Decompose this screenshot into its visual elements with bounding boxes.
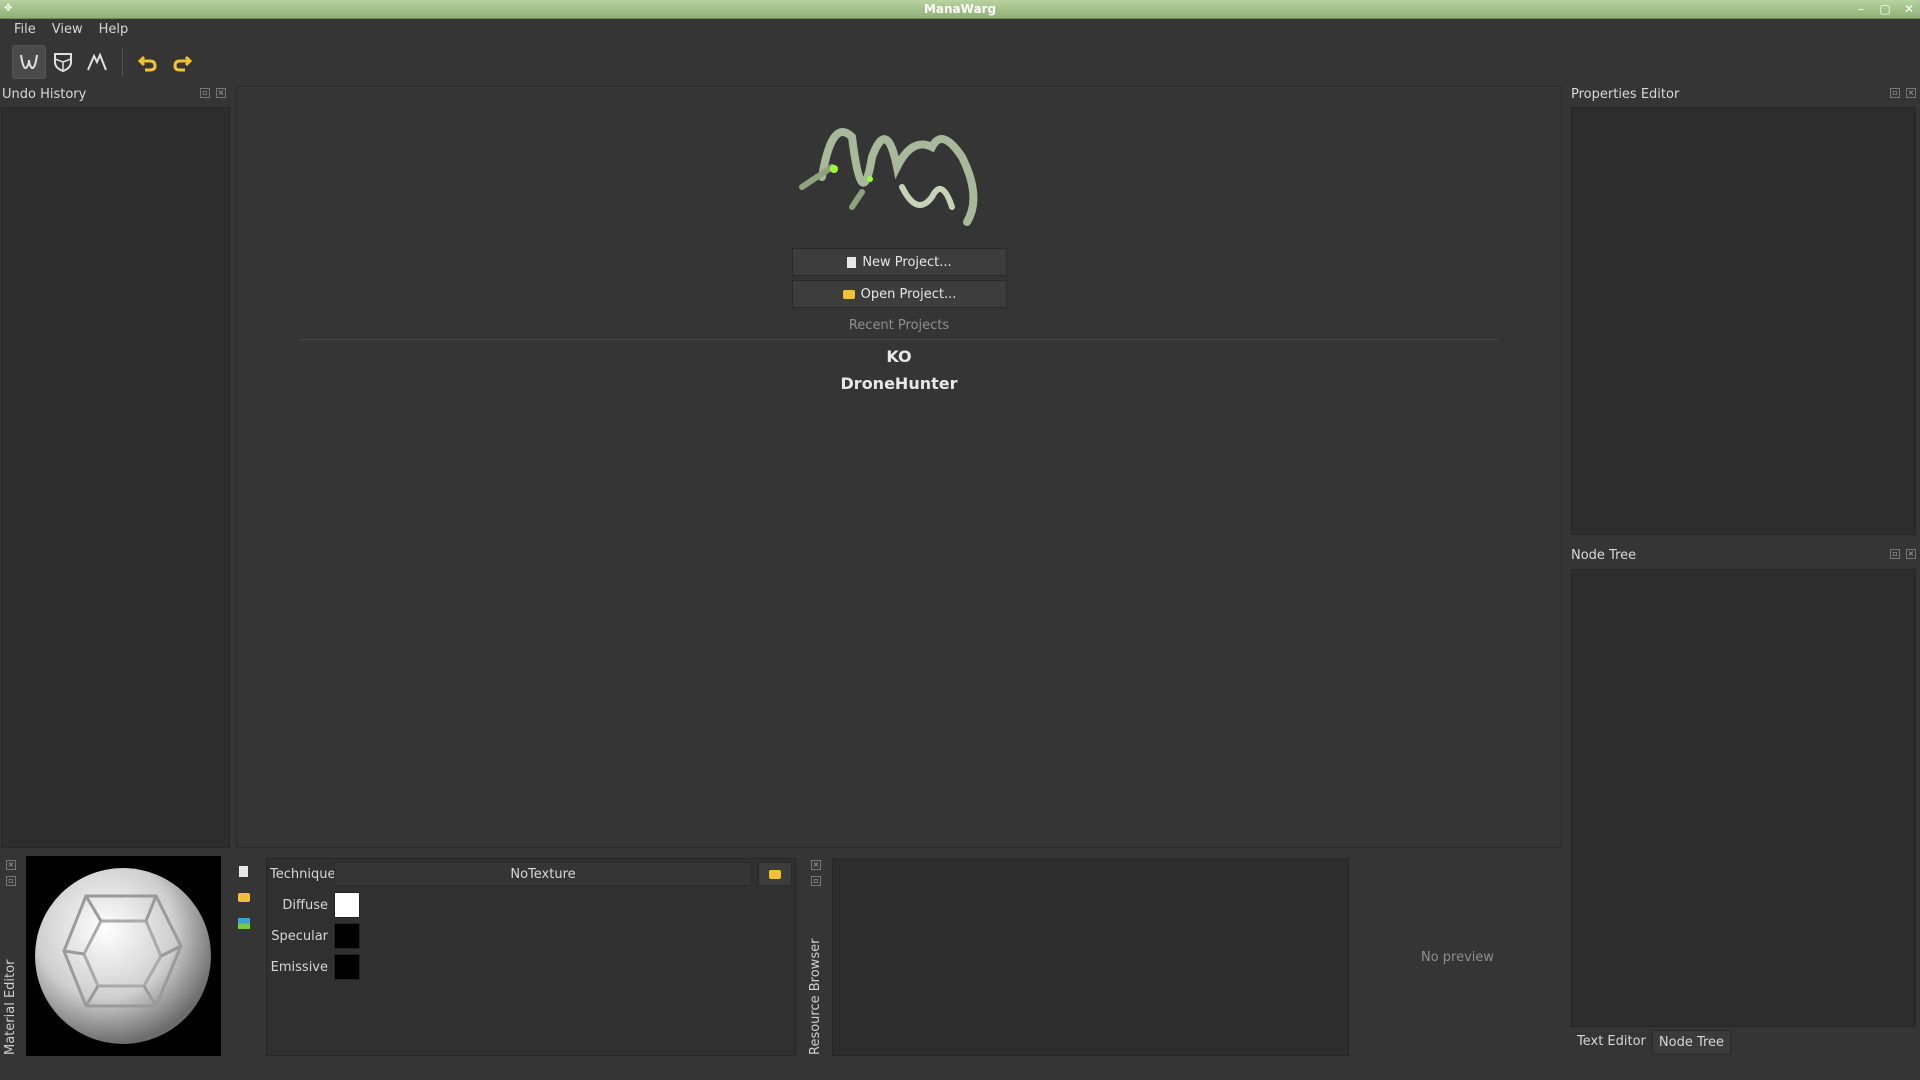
welcome-page: New Project... Open Project... Recent Pr… xyxy=(236,86,1562,848)
new-project-label: New Project... xyxy=(862,254,952,270)
node-tree-panel[interactable] xyxy=(1571,569,1916,1027)
node-tree-title: Node Tree xyxy=(1571,548,1637,563)
float-icon[interactable]: ▫ xyxy=(200,88,210,98)
emissive-row: Emissive xyxy=(270,954,360,980)
menu-view[interactable]: View xyxy=(44,19,91,41)
resource-preview-area: No preview xyxy=(1353,858,1562,1056)
float-icon[interactable]: ▫ xyxy=(1890,549,1900,559)
specular-color-swatch[interactable] xyxy=(334,923,360,949)
float-icon[interactable]: ▫ xyxy=(6,876,16,886)
mode-w-icon xyxy=(20,54,38,70)
float-icon[interactable]: ▫ xyxy=(811,876,821,886)
shield-icon xyxy=(54,53,72,73)
close-icon[interactable]: × xyxy=(1906,549,1916,559)
undo-button[interactable] xyxy=(131,45,165,79)
emissive-color-swatch[interactable] xyxy=(334,954,360,980)
main-toolbar xyxy=(0,41,1920,83)
resource-browser-title: Resource Browser xyxy=(808,938,823,1055)
diffuse-color-swatch[interactable] xyxy=(334,892,360,918)
undo-history-list[interactable] xyxy=(1,107,230,848)
minimize-icon[interactable]: – xyxy=(1854,1,1868,17)
material-editor-dock-buttons: × ▫ xyxy=(6,860,16,886)
technique-browse-button[interactable] xyxy=(758,862,792,886)
undo-icon xyxy=(137,55,157,72)
close-icon[interactable]: × xyxy=(216,88,226,98)
app-window: ✥ ManaWarg – ▢ ✕ File View Help Undo His… xyxy=(0,0,1920,1080)
close-icon[interactable]: × xyxy=(6,860,16,870)
properties-editor-panel[interactable] xyxy=(1571,107,1916,535)
mode-w-button[interactable] xyxy=(12,45,46,79)
diffuse-label: Diffuse xyxy=(282,897,328,913)
new-project-button[interactable]: New Project... xyxy=(792,248,1007,276)
close-icon[interactable]: ✕ xyxy=(1902,1,1916,17)
close-icon[interactable]: × xyxy=(811,860,821,870)
save-material-icon[interactable] xyxy=(238,918,250,929)
float-icon[interactable]: ▫ xyxy=(1890,88,1900,98)
open-folder-icon xyxy=(842,289,855,299)
terrain-mode-button[interactable] xyxy=(80,45,114,79)
window-controls: – ▢ ✕ xyxy=(1854,1,1916,17)
manawarg-logo xyxy=(799,128,978,226)
open-project-label: Open Project... xyxy=(860,286,957,302)
open-material-icon[interactable] xyxy=(238,893,250,902)
tab-text-editor[interactable]: Text Editor xyxy=(1571,1030,1652,1055)
new-file-icon xyxy=(847,256,857,268)
emissive-label: Emissive xyxy=(270,959,328,975)
technique-field[interactable]: NoTexture xyxy=(334,862,752,886)
menu-help[interactable]: Help xyxy=(91,19,137,41)
open-project-button[interactable]: Open Project... xyxy=(792,280,1007,308)
close-icon[interactable]: × xyxy=(1906,88,1916,98)
redo-icon xyxy=(173,55,193,72)
right-dock-tabs: Text Editor Node Tree xyxy=(1571,1030,1732,1055)
specular-label: Specular xyxy=(271,928,328,944)
open-folder-icon xyxy=(769,869,781,879)
diffuse-row: Diffuse xyxy=(270,892,360,918)
material-side-toolbar xyxy=(236,866,250,929)
recent-project-dronehunter[interactable]: DroneHunter xyxy=(237,374,1561,393)
node-tree-dock-title: Node Tree ▫ × xyxy=(1569,545,1920,565)
undo-history-title: Undo History xyxy=(2,87,87,102)
redo-button[interactable] xyxy=(165,45,199,79)
tab-node-tree[interactable]: Node Tree xyxy=(1651,1030,1732,1055)
properties-editor-title: Properties Editor xyxy=(1571,87,1680,102)
specular-row: Specular xyxy=(270,923,360,949)
recent-project-ko[interactable]: KO xyxy=(237,347,1561,366)
recent-projects-label: Recent Projects xyxy=(848,318,950,333)
toolbar-separator xyxy=(122,48,123,76)
undo-history-dock-title: Undo History ▫ × xyxy=(0,84,230,104)
title-bar: ✥ ManaWarg – ▢ ✕ xyxy=(0,0,1920,19)
technique-row: Technique NoTexture xyxy=(270,861,792,887)
mountain-icon xyxy=(87,52,107,71)
technique-label: Technique xyxy=(270,866,336,882)
menu-file[interactable]: File xyxy=(6,19,44,41)
maximize-icon[interactable]: ▢ xyxy=(1878,1,1892,17)
menu-bar: File View Help xyxy=(0,19,1920,41)
resource-browser-dock-buttons: × ▫ xyxy=(811,860,821,886)
material-editor-title: Material Editor xyxy=(3,959,18,1055)
recent-projects-divider xyxy=(299,339,1499,340)
shield-mode-button[interactable] xyxy=(46,45,80,79)
window-title: ManaWarg xyxy=(923,2,997,16)
material-preview[interactable] xyxy=(26,856,221,1056)
technique-value: NoTexture xyxy=(510,866,576,882)
properties-editor-dock-title: Properties Editor ▫ × xyxy=(1569,84,1920,104)
no-preview-label: No preview xyxy=(1420,949,1495,965)
resource-list[interactable] xyxy=(832,858,1349,1056)
material-sphere-preview xyxy=(35,868,211,1044)
new-material-icon[interactable] xyxy=(239,866,248,877)
